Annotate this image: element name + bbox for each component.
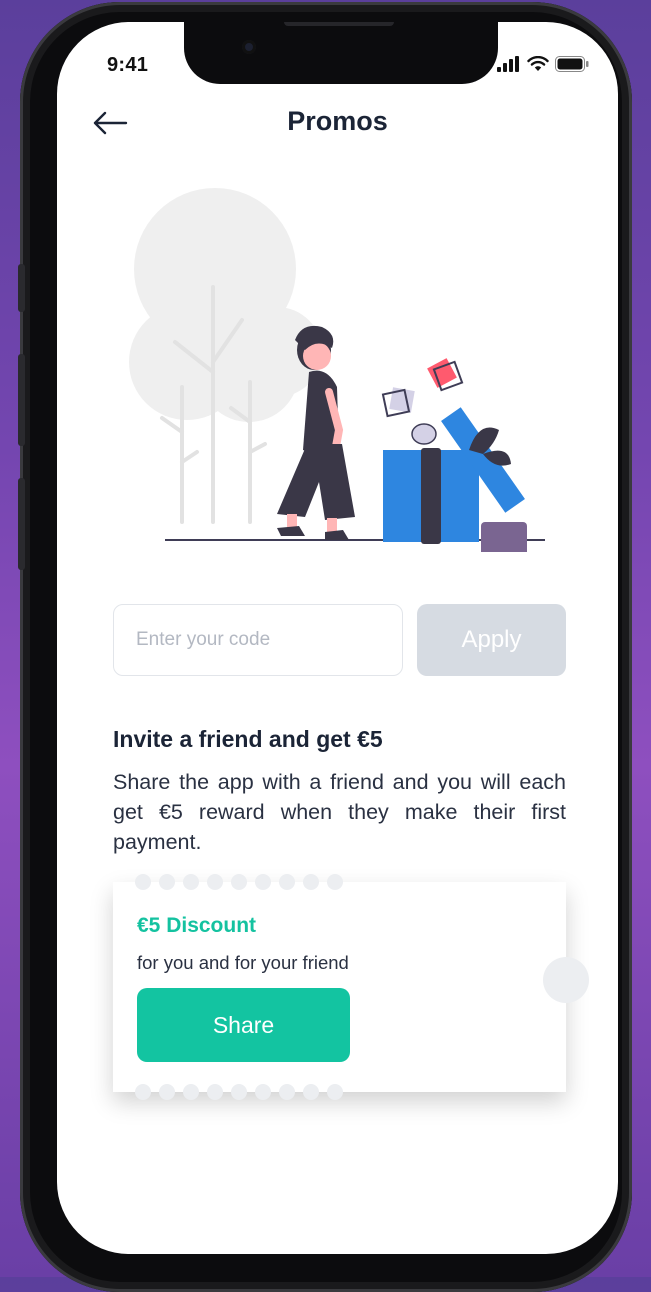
discount-coupon: €5 Discount for you and for your friend …: [113, 874, 589, 1100]
front-camera: [242, 40, 256, 54]
invite-title: Invite a friend and get €5: [113, 726, 383, 752]
speaker: [284, 22, 394, 26]
status-time: 9:41: [107, 54, 149, 76]
apply-button[interactable]: Apply: [417, 604, 566, 676]
wifi-icon: [527, 56, 549, 71]
app-screen: 9:41 Promos Enter your code Apply Invite…: [57, 22, 618, 1254]
discount-title: €5 Discount: [137, 914, 257, 937]
signal-icon: [497, 56, 519, 72]
notch: [184, 22, 498, 84]
discount-subtitle: for you and for your friend: [137, 952, 349, 973]
battery-icon: [555, 56, 589, 72]
status-icons: [497, 56, 589, 72]
coupon-notch: [543, 957, 589, 1003]
invite-description: Share the app with a friend and you will…: [113, 770, 566, 854]
volume-down-button: [18, 478, 25, 570]
mute-switch: [18, 264, 25, 312]
share-button[interactable]: Share: [137, 988, 350, 1062]
promo-code-input[interactable]: [113, 604, 403, 676]
coupon-perforation-bottom: [135, 1084, 343, 1100]
volume-up-button: [18, 354, 25, 446]
page-title: Promos: [287, 106, 388, 136]
gift-illustration: [129, 188, 545, 552]
coupon-perforation-top: [135, 874, 343, 890]
